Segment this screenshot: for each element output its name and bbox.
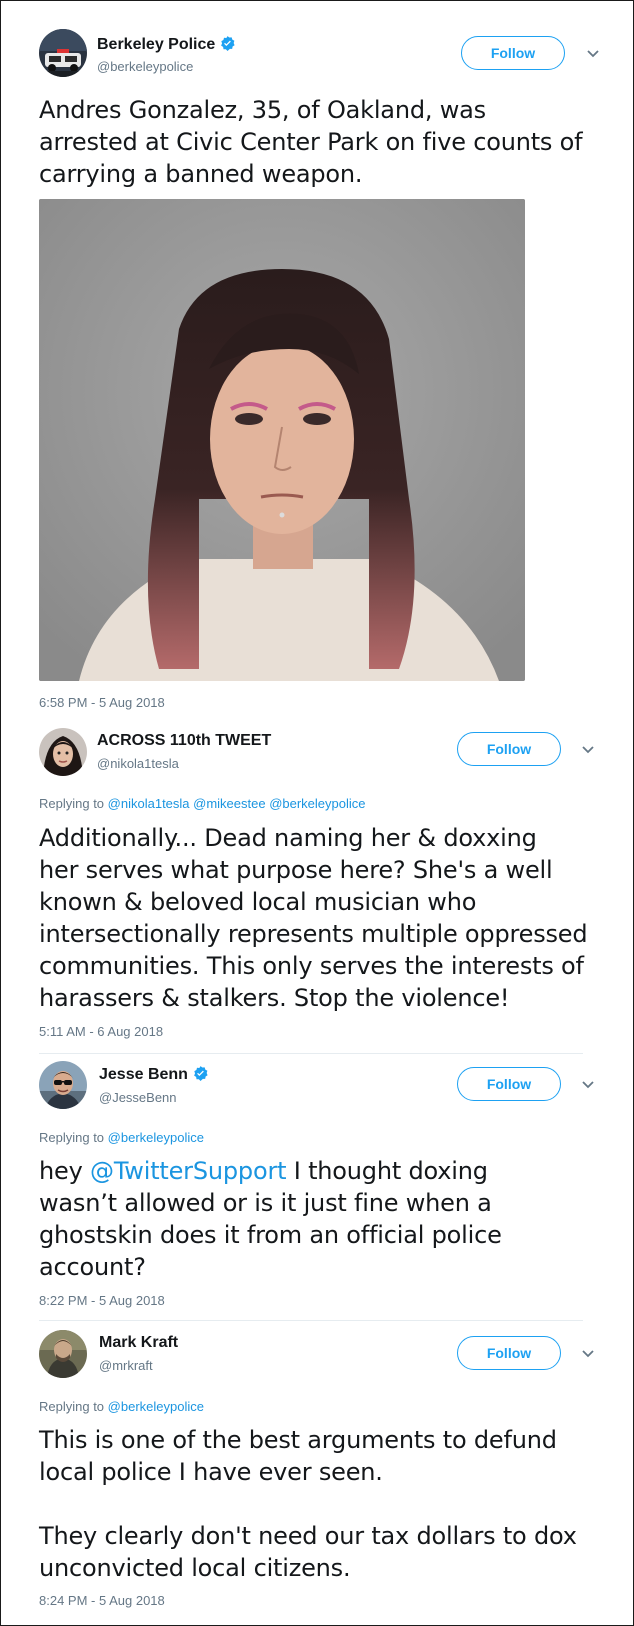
handle[interactable]: @JesseBenn bbox=[99, 1090, 177, 1105]
divider bbox=[39, 1053, 583, 1054]
timestamp[interactable]: 8:22 PM - 5 Aug 2018 bbox=[39, 1293, 165, 1308]
avatar[interactable] bbox=[39, 728, 87, 776]
display-name[interactable]: Mark Kraft bbox=[99, 1334, 178, 1352]
follow-button[interactable]: Follow bbox=[457, 1336, 561, 1370]
avatar[interactable] bbox=[39, 1330, 87, 1378]
timestamp[interactable]: 8:24 PM - 5 Aug 2018 bbox=[39, 1593, 165, 1608]
handle[interactable]: @nikola1tesla bbox=[97, 756, 179, 771]
tweet-text: This is one of the best arguments to def… bbox=[39, 1426, 577, 1582]
screenshot-frame: Berkeley Police @berkeleypolice Follow A… bbox=[0, 0, 634, 1626]
avatar[interactable] bbox=[39, 1061, 87, 1109]
replying-to: Replying to @berkeleypolice bbox=[39, 1399, 204, 1414]
mention-link[interactable]: @TwitterSupport bbox=[90, 1157, 287, 1185]
chevron-down-icon[interactable] bbox=[586, 49, 600, 59]
divider bbox=[39, 1320, 583, 1321]
chevron-down-icon[interactable] bbox=[581, 1349, 595, 1359]
tweet-text: Andres Gonzalez, 35, of Oakland, was arr… bbox=[39, 96, 583, 188]
handle[interactable]: @mrkraft bbox=[99, 1358, 153, 1373]
chevron-down-icon[interactable] bbox=[581, 745, 595, 755]
replying-to-links[interactable]: @berkeleypolice bbox=[108, 1130, 204, 1145]
avatar[interactable] bbox=[39, 29, 87, 77]
display-name[interactable]: ACROSS 110th TWEET bbox=[97, 732, 271, 750]
chevron-down-icon[interactable] bbox=[581, 1080, 595, 1090]
timestamp[interactable]: 5:11 AM - 6 Aug 2018 bbox=[39, 1024, 163, 1039]
tweet-text: Additionally... Dead naming her & doxxin… bbox=[39, 824, 588, 1012]
follow-button[interactable]: Follow bbox=[457, 732, 561, 766]
display-name[interactable]: Jesse Benn bbox=[99, 1065, 209, 1084]
follow-button[interactable]: Follow bbox=[461, 36, 565, 70]
tweet-text: hey @TwitterSupport I thought doxing was… bbox=[39, 1157, 502, 1281]
follow-button[interactable]: Follow bbox=[457, 1067, 561, 1101]
replying-to-links[interactable]: @berkeleypolice bbox=[108, 1399, 204, 1414]
display-name[interactable]: Berkeley Police bbox=[97, 35, 236, 54]
handle[interactable]: @berkeleypolice bbox=[97, 59, 193, 74]
replying-to: Replying to @nikola1tesla @mikeestee @be… bbox=[39, 796, 366, 811]
verified-badge-icon bbox=[194, 1066, 208, 1081]
timestamp[interactable]: 6:58 PM - 5 Aug 2018 bbox=[39, 695, 165, 710]
replying-to: Replying to @berkeleypolice bbox=[39, 1130, 204, 1145]
replying-to-links[interactable]: @nikola1tesla @mikeestee @berkeleypolice bbox=[108, 796, 366, 811]
attached-photo[interactable] bbox=[39, 199, 525, 681]
verified-badge-icon bbox=[221, 36, 235, 51]
